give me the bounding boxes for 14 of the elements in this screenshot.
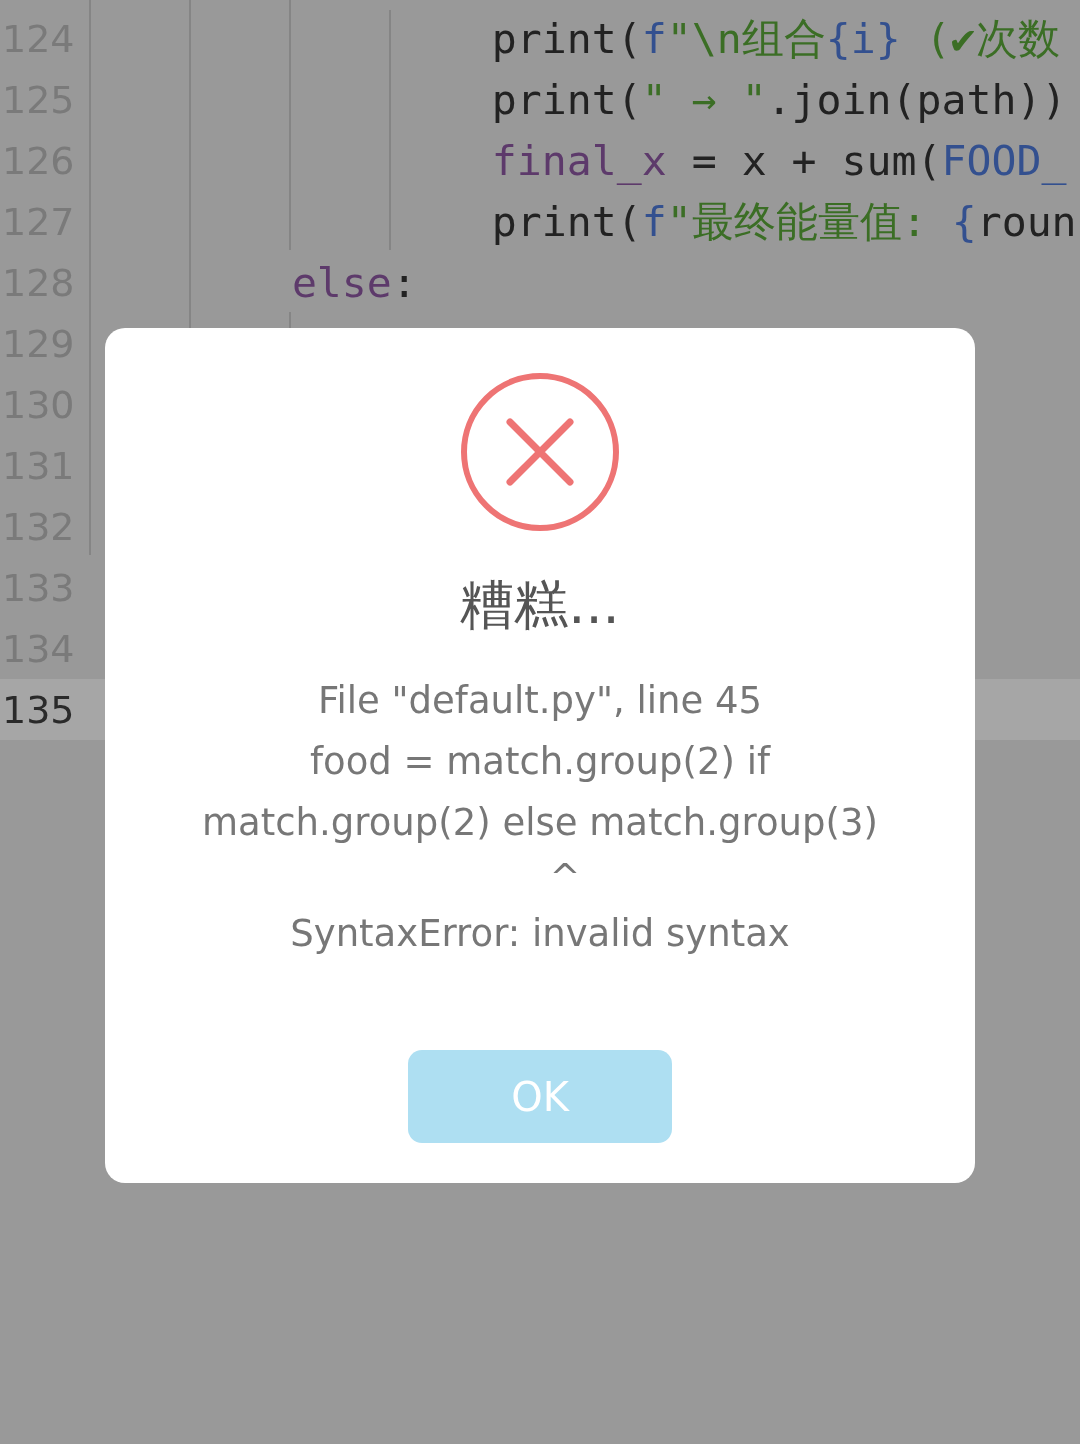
error-icon (460, 372, 620, 532)
code-line: print(f"\n组合{i} (✔次数 (490, 12, 1060, 65)
error-message-line: food = match.group(2) if (310, 739, 770, 785)
error-message-line: match.group(2) else match.group(3) (202, 800, 878, 846)
code-line: else: (290, 258, 417, 307)
dialog-title: 糟糕... (460, 572, 620, 638)
ok-button[interactable]: OK (408, 1050, 672, 1143)
error-message-line: ^ (548, 855, 581, 901)
error-message-line: SyntaxError: invalid syntax (290, 911, 790, 957)
code-line: final_x = x + sum(FOOD_ (490, 136, 1067, 185)
code-line: print(" → ".join(path)) (490, 75, 1067, 124)
error-message-line: File "default.py", line 45 (317, 678, 763, 724)
code-line: print(f"最终能量值: {roun (490, 195, 1077, 248)
line-number: 135 (1, 687, 76, 732)
